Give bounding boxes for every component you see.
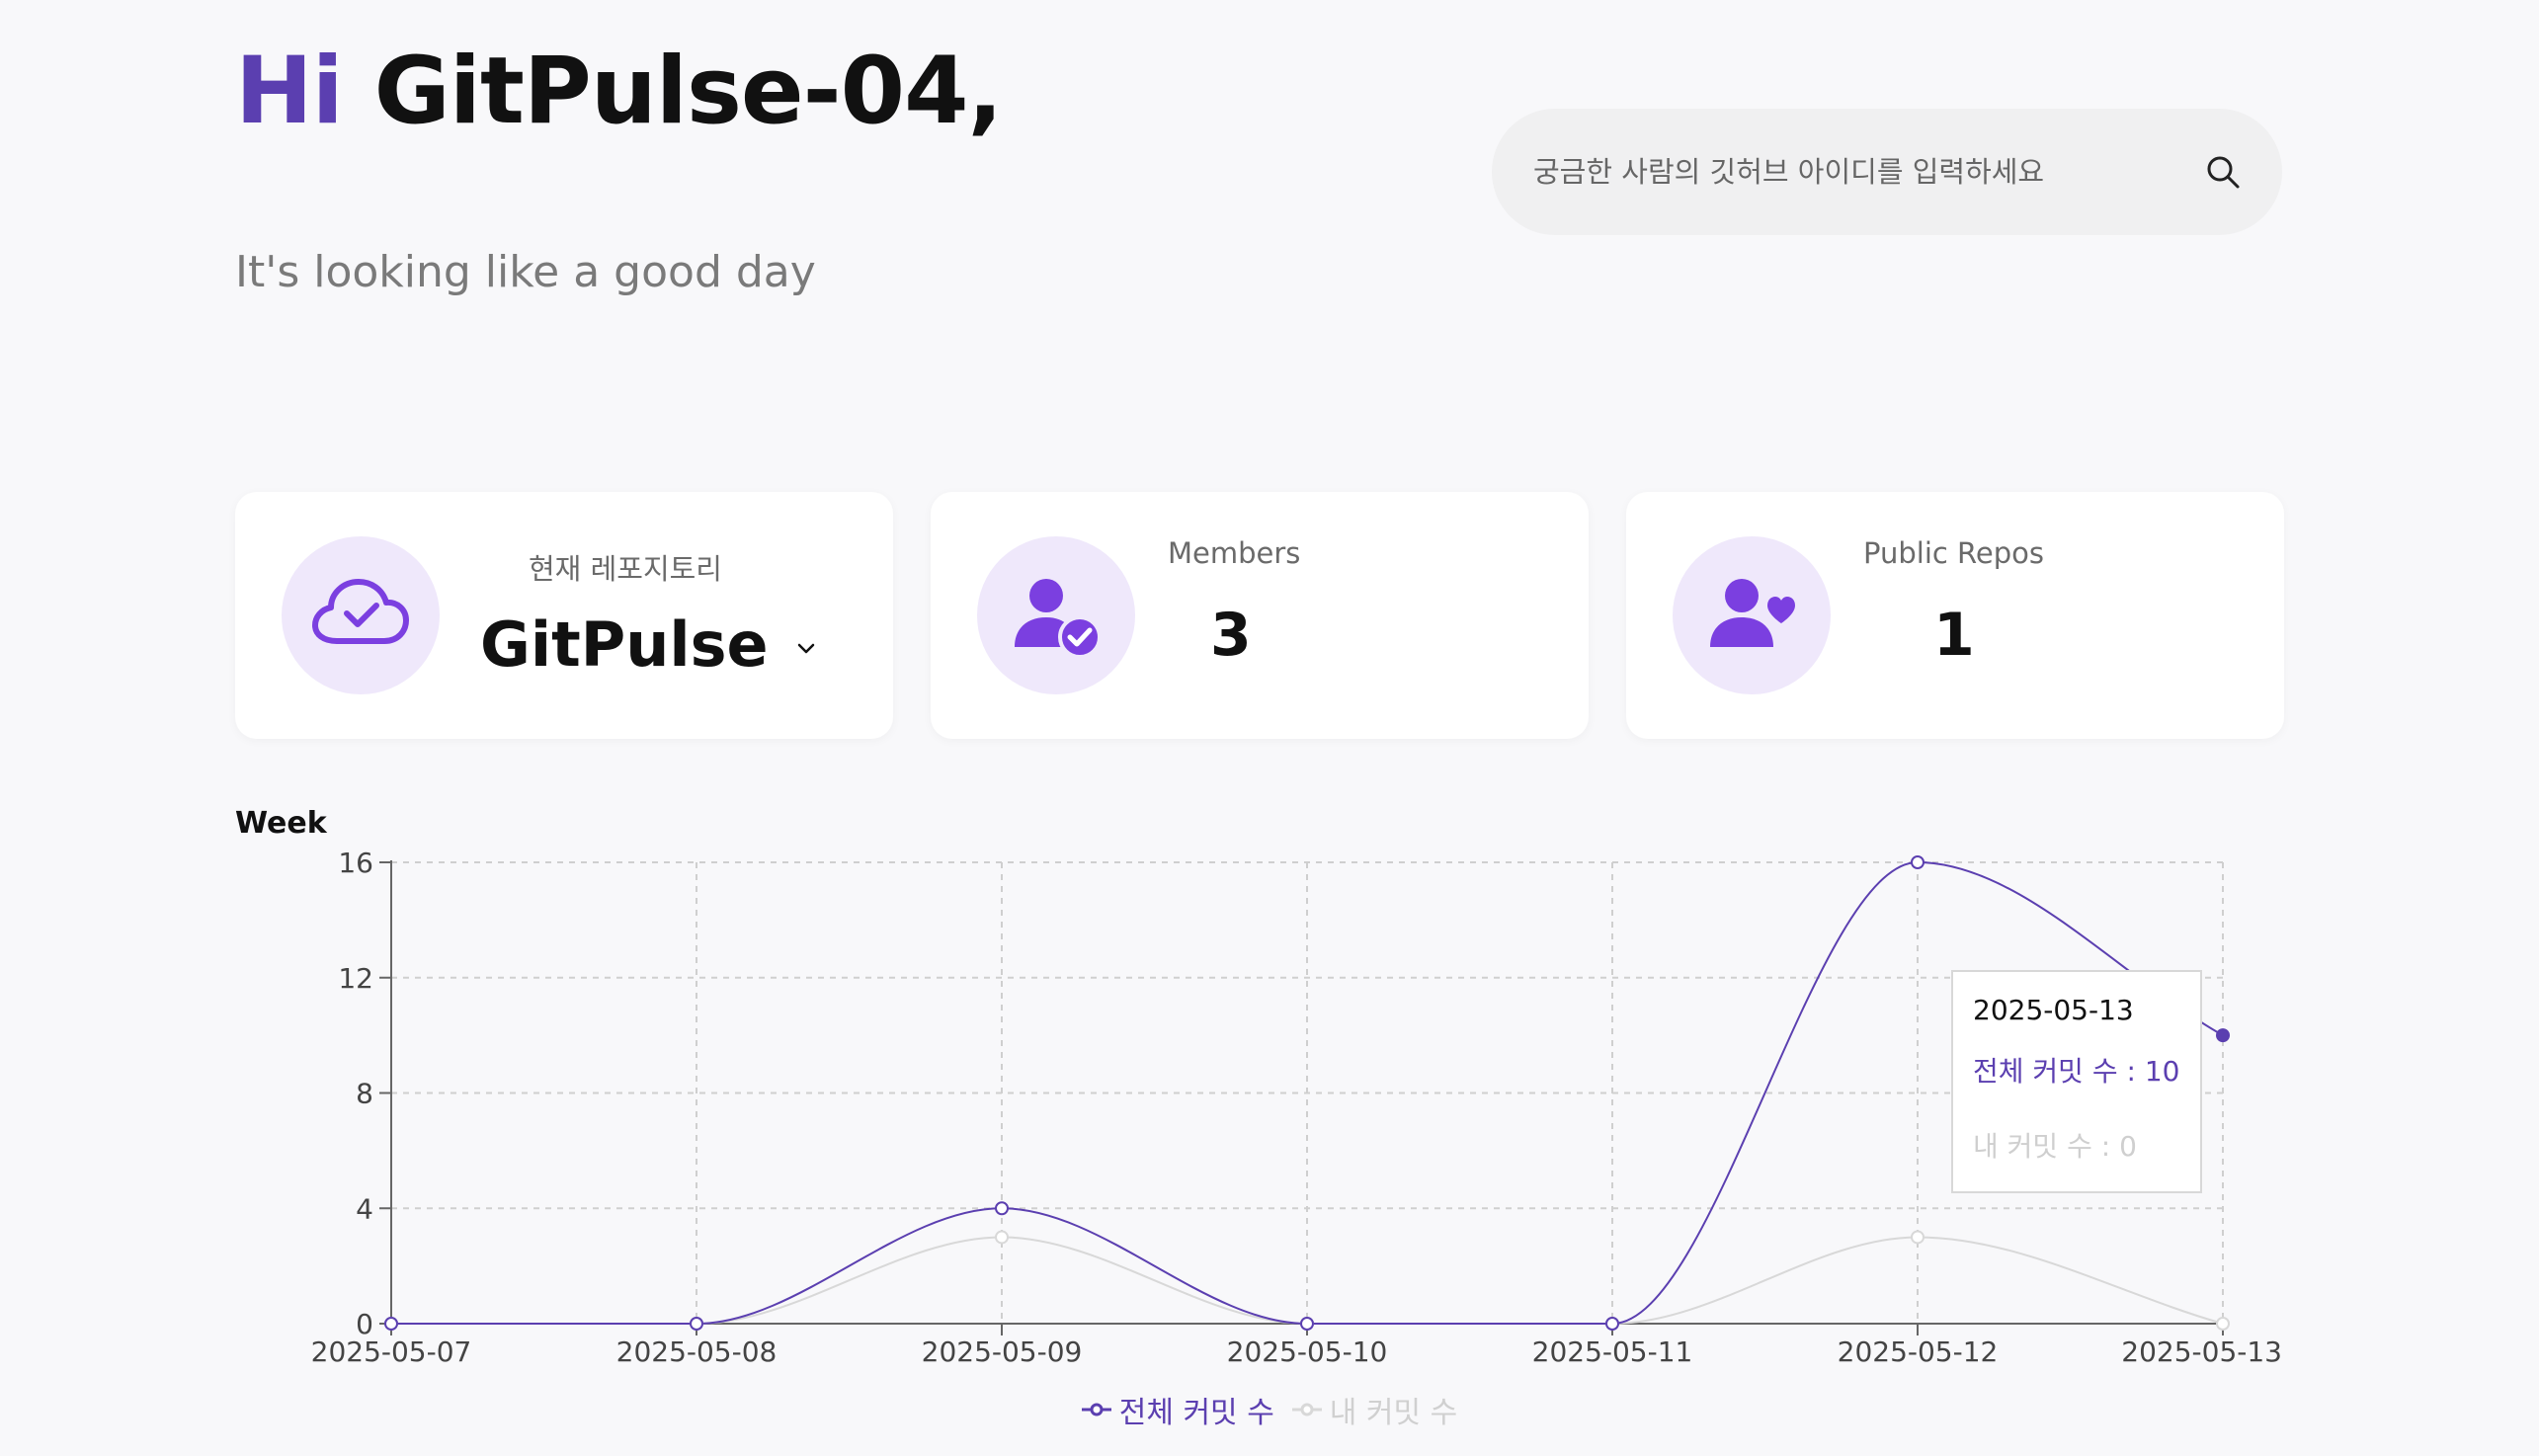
user-heart-icon [1710,579,1795,647]
public-repos-card-label: Public Repos [1863,536,2044,570]
legend-line-icon [1081,1403,1111,1416]
legend-label-total: 전체 커밋 수 [1118,1396,1274,1430]
legend-item-mine[interactable]: 내 커밋 수 [1291,1388,1458,1431]
members-count: 3 [1210,601,1252,670]
chart-tooltip: 2025-05-13 전체 커밋 수 : 10 내 커밋 수 : 0 [1951,970,2202,1193]
search-icon[interactable] [2203,152,2243,192]
x-tick-label: 2025-05-07 [311,1335,472,1368]
chart-legend: 전체 커밋 수 내 커밋 수 [0,1388,2539,1431]
x-tick-label: 2025-05-11 [1532,1335,1693,1368]
data-point [995,1230,1009,1245]
data-point [690,1317,703,1331]
members-card-label: Members [1168,536,1301,570]
y-tick-label: 4 [356,1192,373,1225]
repo-icon-badge [282,536,440,694]
public-repos-count: 1 [1933,601,1975,670]
commit-chart-section: Week 0 4 8 12 16 2025-05-07 2025-05-08 2025-05-… [0,790,2539,1456]
legend-line-icon [1291,1403,1322,1416]
y-tick-label: 16 [338,847,373,879]
x-tick-label: 2025-05-09 [922,1335,1083,1368]
tooltip-my-commits: 내 커밋 수 : 0 [1973,1130,2137,1163]
members-icon-badge [977,536,1135,694]
x-tick-label: 2025-05-10 [1227,1335,1388,1368]
repo-card-label: 현재 레포지토리 [529,552,722,586]
members-card: Members 3 [931,492,1589,739]
github-user-search [1492,109,2282,235]
legend-item-total[interactable]: 전체 커밋 수 [1081,1388,1274,1431]
x-tick-label: 2025-05-08 [616,1335,778,1368]
dashboard-page: Hi GitPulse-04, It's looking like a good… [0,0,2539,1456]
y-tick-label: 8 [356,1078,373,1110]
tooltip-date: 2025-05-13 [1973,994,2134,1026]
repo-name: GitPulse [480,608,769,681]
public-repos-card: Public Repos 1 [1626,492,2284,739]
greeting-username: GitPulse-04, [373,38,1004,145]
chevron-down-icon [797,643,814,653]
data-point [2216,1317,2230,1331]
x-tick-label: 2025-05-13 [2121,1335,2282,1368]
repo-card: 현재 레포지토리 GitPulse [235,492,893,739]
search-input[interactable] [1531,154,2203,190]
data-point-active [2216,1028,2230,1043]
legend-label-mine: 내 커밋 수 [1329,1396,1458,1430]
data-point [1911,1230,1925,1245]
repo-selector[interactable]: GitPulse [480,608,816,681]
cloud-check-icon [312,579,409,644]
user-check-icon [1015,579,1102,659]
greeting-heading: Hi GitPulse-04, [235,38,1004,146]
data-point [1300,1317,1314,1331]
y-tick-label: 12 [338,962,373,995]
data-point [1911,855,1925,869]
data-point [995,1201,1009,1216]
tooltip-total-commits: 전체 커밋 수 : 10 [1973,1055,2180,1088]
data-point [1605,1317,1619,1331]
public-repos-icon-badge [1673,536,1831,694]
greeting-subtitle: It's looking like a good day [235,247,816,297]
greeting-prefix: Hi [235,38,344,145]
x-tick-label: 2025-05-12 [1838,1335,1999,1368]
data-point [384,1317,398,1331]
